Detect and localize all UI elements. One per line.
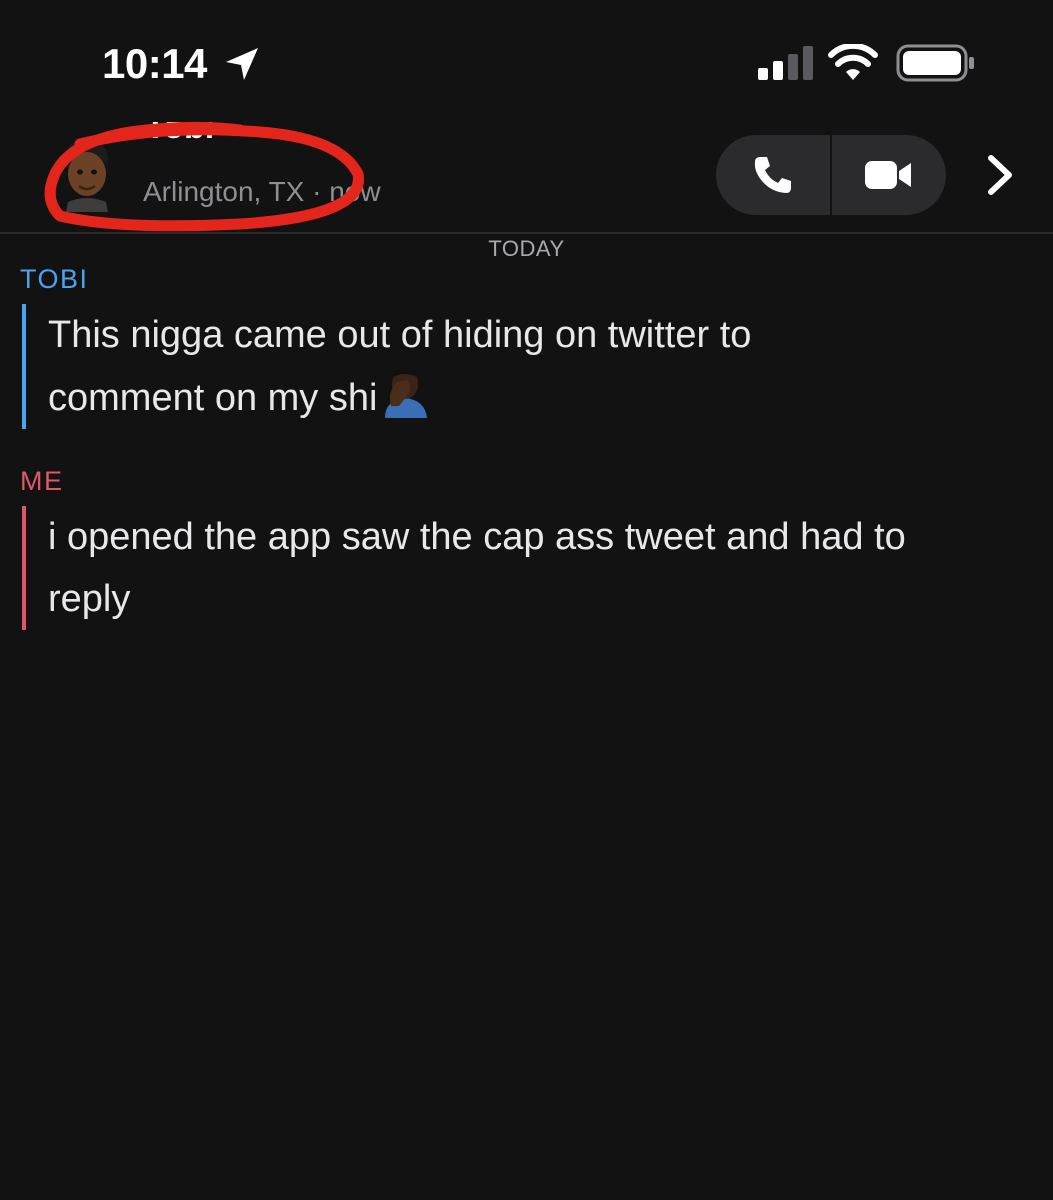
message-me[interactable]: i opened the app saw the cap ass tweet a… xyxy=(22,506,1038,630)
message-line: i opened the app saw the cap ass tweet a… xyxy=(48,516,906,558)
date-separator: TODAY xyxy=(488,236,565,261)
call-button-group xyxy=(716,135,946,215)
status-time: 10:14 xyxy=(102,40,207,87)
chat-screen: 10:14 Tobi Arlington, TX · now TODAY TOB… xyxy=(0,0,1053,1200)
message-line-with-emoji: comment on my shi xyxy=(48,366,1038,429)
cellular-signal-icon xyxy=(758,46,813,80)
contact-location: Arlington, TX · now xyxy=(143,176,381,207)
contact-name-text: Tobi xyxy=(145,122,215,146)
chevron-right-icon[interactable] xyxy=(982,152,1018,198)
phone-icon xyxy=(754,157,791,193)
message-line: This nigga came out of hiding on twitter… xyxy=(48,314,752,356)
video-camera-icon xyxy=(865,161,911,189)
sender-label-tobi: TOBI xyxy=(20,264,89,294)
message-line: reply xyxy=(48,578,131,620)
man-facepalming-emoji xyxy=(385,368,428,418)
avatar[interactable] xyxy=(56,138,116,212)
sender-label-me: ME xyxy=(20,466,64,496)
video-call-button[interactable] xyxy=(832,135,946,215)
header-divider xyxy=(0,232,1053,234)
message-tobi[interactable]: This nigga came out of hiding on twitter… xyxy=(22,304,1038,429)
wifi-icon xyxy=(828,44,878,80)
voice-call-button[interactable] xyxy=(716,135,830,215)
chat-header: Tobi Arlington, TX · now xyxy=(0,120,1053,232)
contact-name[interactable]: Tobi xyxy=(145,122,214,160)
message-line: comment on my shi xyxy=(48,377,378,419)
battery-icon xyxy=(896,44,974,82)
location-arrow-icon xyxy=(226,48,258,80)
